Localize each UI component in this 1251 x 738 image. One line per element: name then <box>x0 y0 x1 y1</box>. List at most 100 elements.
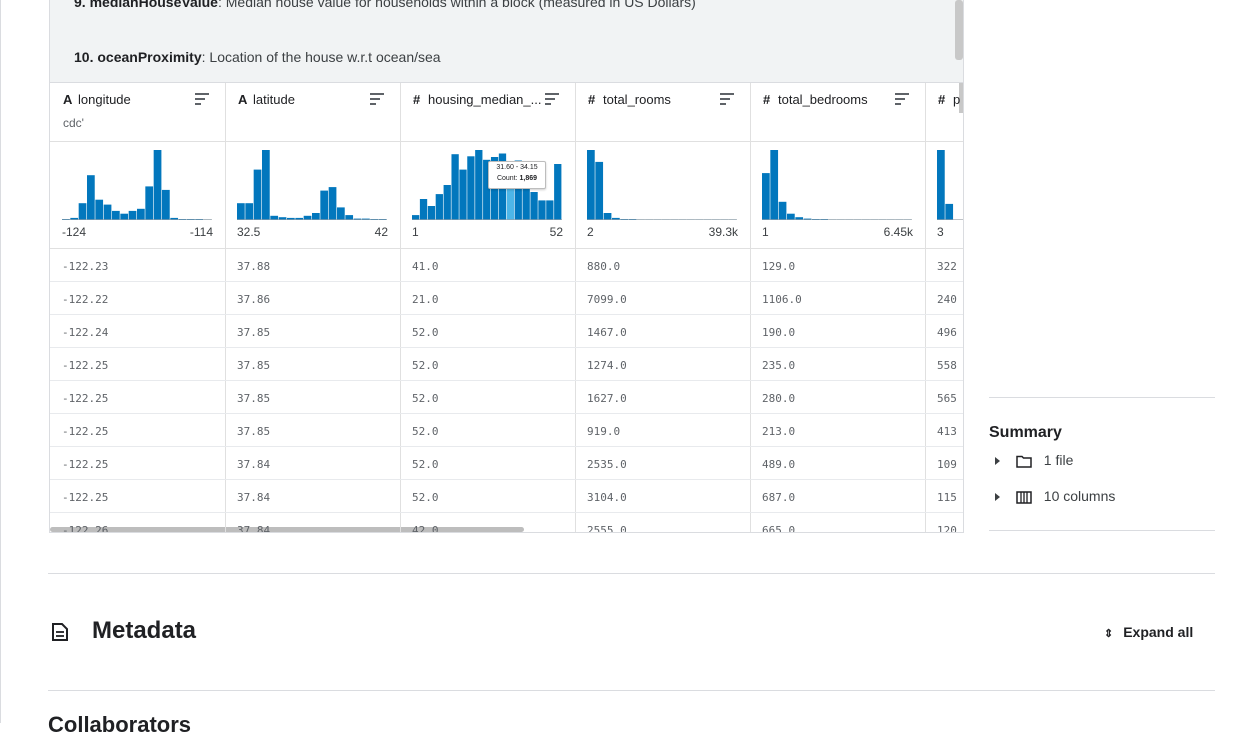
expand-all-button[interactable]: ⇕ Expand all <box>1104 624 1193 640</box>
histogram-bar[interactable] <box>87 175 95 220</box>
sort-icon[interactable] <box>545 93 559 105</box>
description-scrollbar[interactable] <box>955 0 963 60</box>
histogram-bar[interactable] <box>328 187 337 220</box>
expand-all-label: Expand all <box>1123 624 1194 640</box>
histogram-bar[interactable] <box>538 200 546 220</box>
table-cell: 3104.0 <box>587 491 627 504</box>
histogram-bar[interactable] <box>412 215 420 220</box>
histogram-bar[interactable] <box>467 156 475 220</box>
histogram-bar[interactable] <box>303 215 312 220</box>
expand-caret-icon[interactable] <box>995 493 1000 502</box>
histogram-bar[interactable] <box>153 150 162 220</box>
histogram-bar[interactable] <box>78 203 87 220</box>
histogram-bar[interactable] <box>137 208 145 220</box>
histogram-min-label: 2 <box>587 225 594 239</box>
histogram-bar[interactable] <box>945 203 954 220</box>
histogram-min-label: 32.5 <box>237 225 261 239</box>
histogram-bar[interactable] <box>937 150 945 220</box>
table-cell: 37.86 <box>237 293 271 306</box>
histogram-bar[interactable] <box>778 201 787 220</box>
histogram-bar[interactable] <box>245 203 254 220</box>
column-histogram[interactable]: 1 52 <box>400 142 575 249</box>
histogram-bar[interactable] <box>95 199 104 220</box>
column-header[interactable]: Alatitude <box>225 83 400 142</box>
sort-icon[interactable] <box>895 93 909 105</box>
column-header[interactable]: # housing_median_... <box>400 83 575 142</box>
next-section-title: Collaborators <box>48 712 192 737</box>
histogram-bar[interactable] <box>419 199 428 220</box>
string-type-icon: A <box>238 92 248 107</box>
histogram-bar[interactable] <box>320 190 329 220</box>
summary-item-files[interactable]: 1 file <box>995 452 1073 468</box>
tooltip-count-label: Count: <box>496 175 518 182</box>
histogram-bar[interactable] <box>595 161 604 220</box>
histogram-bar[interactable] <box>475 150 483 220</box>
histogram-max-label: -114 <box>189 225 213 239</box>
histogram-bar[interactable] <box>530 192 538 220</box>
summary-item-columns[interactable]: 10 columns <box>995 488 1115 504</box>
table-cell: -122.25 <box>62 359 109 372</box>
histogram-bar[interactable] <box>112 210 120 220</box>
histogram-bar[interactable] <box>762 173 770 220</box>
field-name: oceanProximity <box>97 49 202 65</box>
column-histogram[interactable]: -124 -114 <box>50 142 225 249</box>
histogram-bar[interactable] <box>603 213 612 220</box>
histogram-bar[interactable] <box>337 207 345 220</box>
tooltip-count-value: 1,869 <box>519 175 538 182</box>
sort-icon[interactable] <box>370 93 384 105</box>
histogram-bar[interactable] <box>427 206 436 220</box>
histogram-bar[interactable] <box>237 203 245 220</box>
histogram-bar[interactable] <box>145 186 154 220</box>
histogram-bar[interactable] <box>312 213 320 220</box>
table-cell: 1627.0 <box>587 392 627 405</box>
column-histogram[interactable]: 1 6.45k <box>750 142 925 249</box>
table-cell: 37.85 <box>237 359 271 372</box>
histogram-bar[interactable] <box>262 150 270 220</box>
summary-divider <box>989 397 1215 398</box>
column-name: housing_median_... <box>428 92 542 107</box>
column-histogram[interactable]: 32.5 42 <box>225 142 400 249</box>
histogram-bar[interactable] <box>270 215 279 220</box>
histogram-bar[interactable] <box>345 215 354 220</box>
column-subtitle: cdc' <box>63 116 84 130</box>
folder-icon <box>1016 455 1032 468</box>
histogram-max-label: 52 <box>549 225 563 239</box>
sort-icon[interactable] <box>720 93 734 105</box>
table-cell: 115 <box>937 491 957 504</box>
column-header[interactable]: # total_bedrooms <box>750 83 925 142</box>
summary-item-label: 10 columns <box>1043 488 1116 504</box>
histogram-bar[interactable] <box>120 213 129 220</box>
histogram-bar[interactable] <box>162 189 170 220</box>
histogram-bar[interactable] <box>128 210 137 220</box>
numeric-type-icon: # <box>763 92 771 107</box>
histogram-bar[interactable] <box>770 150 779 220</box>
tooltip-count: Count: 1,869 <box>489 173 545 184</box>
histogram-bar[interactable] <box>587 150 595 220</box>
column-header[interactable]: # total_rooms <box>575 83 750 142</box>
table-cell: 558 <box>937 359 957 372</box>
column-header[interactable]: # p <box>925 83 963 142</box>
column-histogram[interactable]: 2 39.3k <box>575 142 750 249</box>
histogram-bar[interactable] <box>546 200 554 220</box>
histogram-bar[interactable] <box>787 213 795 220</box>
histogram-bar[interactable] <box>451 154 459 220</box>
histogram-bar[interactable] <box>443 185 451 220</box>
expand-caret-icon[interactable] <box>995 457 1000 466</box>
table-cell: 213.0 <box>762 425 796 438</box>
histogram-bar[interactable] <box>253 169 262 220</box>
column-p: # p 3 322 240 496 558 565 413 109 115 120 <box>925 83 963 532</box>
column-histogram[interactable]: 3 <box>925 142 963 249</box>
table-cell: 880.0 <box>587 260 621 273</box>
table-cell: 919.0 <box>587 425 621 438</box>
histogram-bar[interactable] <box>103 204 112 220</box>
histogram-bar[interactable] <box>459 169 467 220</box>
column-header[interactable]: Alongitude cdc' <box>50 83 225 142</box>
histogram-bar[interactable] <box>554 164 562 220</box>
sort-icon[interactable] <box>195 93 209 105</box>
numeric-type-icon: # <box>413 92 421 107</box>
table-row-divider <box>50 380 963 381</box>
table-cell: 7099.0 <box>587 293 627 306</box>
table-cell: 1274.0 <box>587 359 627 372</box>
table-cell: 37.85 <box>237 392 271 405</box>
histogram-bar[interactable] <box>435 194 443 220</box>
